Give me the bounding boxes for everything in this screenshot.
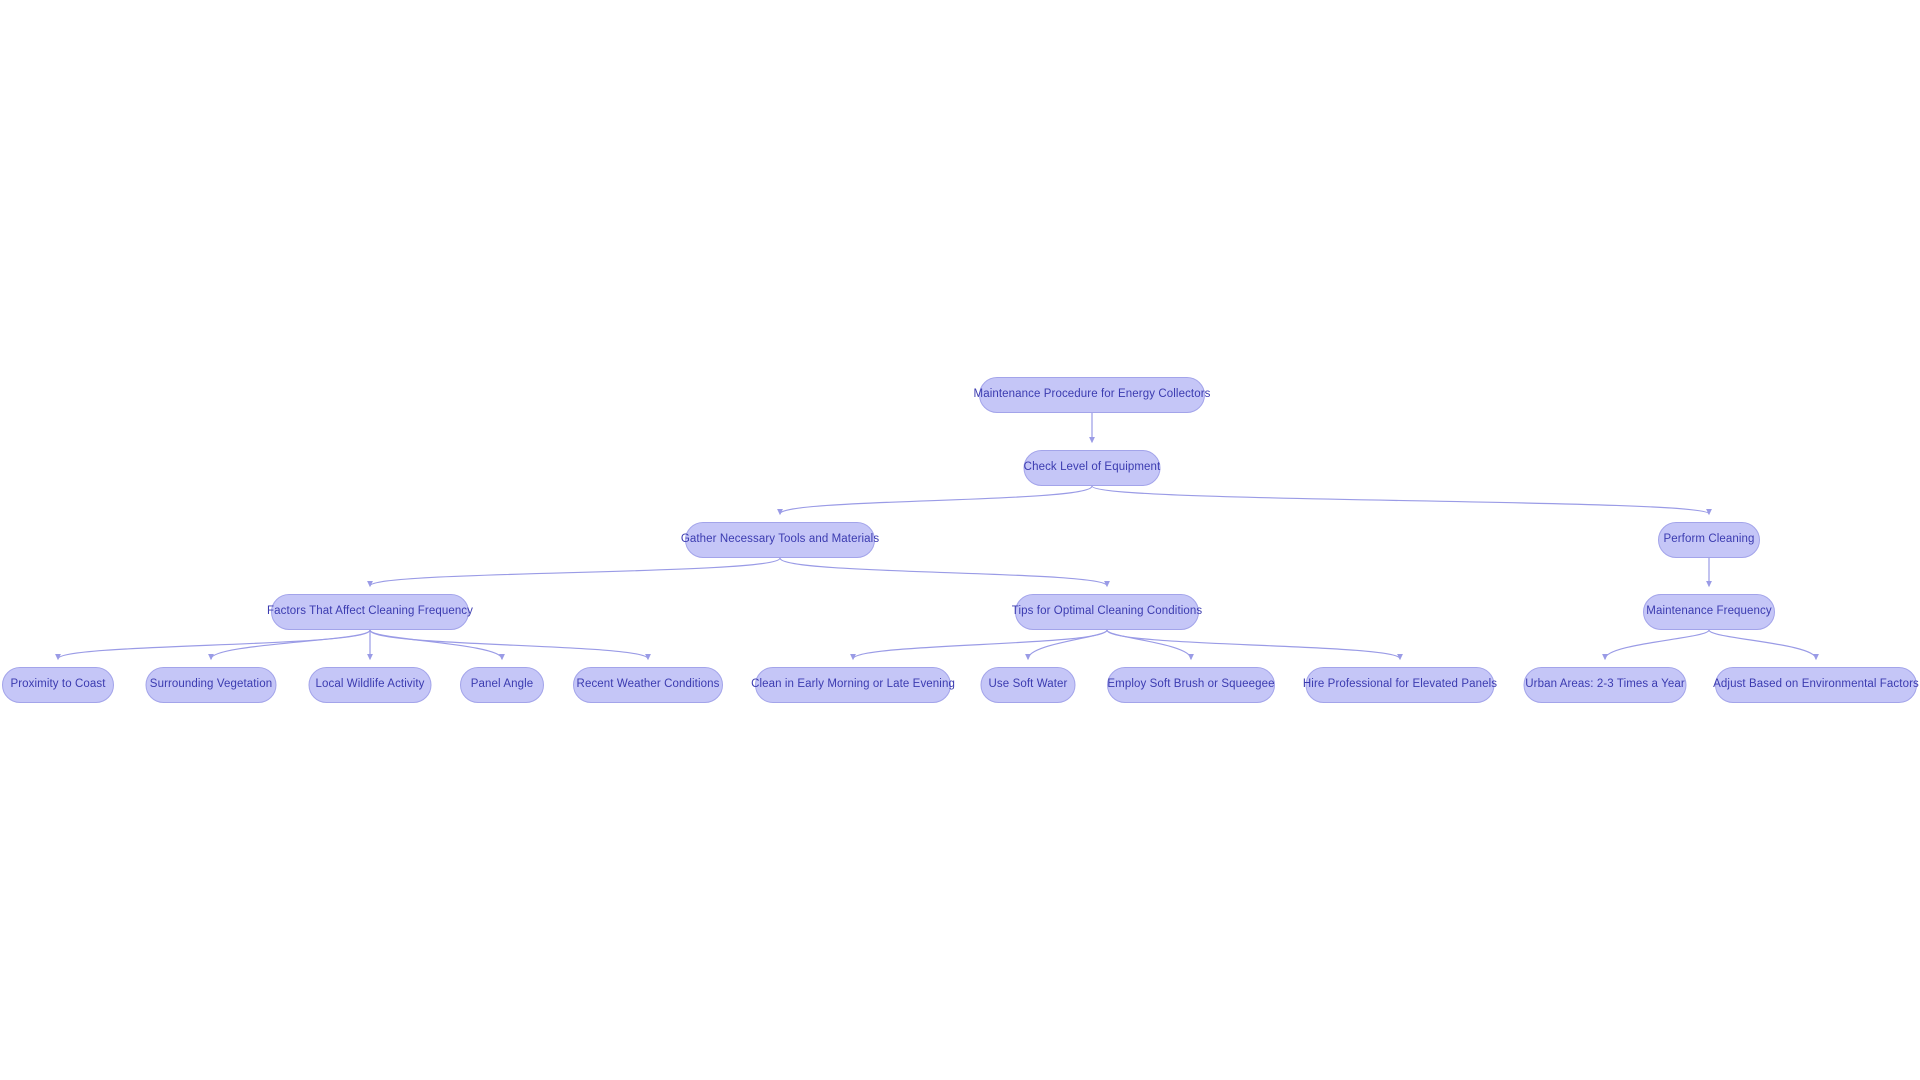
flow-node-freq[interactable]: Maintenance Frequency: [1643, 594, 1775, 630]
flow-node-vegetation[interactable]: Surrounding Vegetation: [145, 667, 277, 703]
flow-node-label: Urban Areas: 2-3 Times a Year: [1525, 678, 1685, 691]
flow-node-gather[interactable]: Gather Necessary Tools and Materials: [681, 522, 879, 558]
flow-node-adjust[interactable]: Adjust Based on Environmental Factors: [1713, 667, 1919, 703]
flow-node-label: Hire Professional for Elevated Panels: [1302, 678, 1498, 691]
flow-node-wildlife[interactable]: Local Wildlife Activity: [308, 667, 432, 703]
flow-edge-freq-to-adjust: [1708, 629, 1819, 661]
flow-node-label: Tips for Optimal Cleaning Conditions: [1011, 605, 1203, 618]
flow-edge-tips-to-morning: [850, 629, 1108, 661]
flow-edge-gather-to-tips: [779, 557, 1110, 588]
flow-node-label: Local Wildlife Activity: [315, 678, 425, 691]
flow-node-check[interactable]: Check Level of Equipment: [1023, 450, 1161, 486]
flow-node-label: Employ Soft Brush or Squeegee: [1107, 678, 1275, 691]
flow-node-label: Recent Weather Conditions: [576, 678, 720, 691]
flow-edge-factors-to-vegetation: [208, 629, 371, 661]
flow-edge-factors-to-coast: [55, 629, 371, 661]
flow-node-label: Gather Necessary Tools and Materials: [680, 533, 880, 546]
flow-edge-check-to-gather: [777, 485, 1093, 516]
flow-node-label: Check Level of Equipment: [1023, 461, 1161, 474]
flow-node-angle[interactable]: Panel Angle: [460, 667, 544, 703]
flow-node-label: Use Soft Water: [988, 678, 1068, 691]
flow-edge-tips-to-brush: [1106, 629, 1194, 661]
flow-node-softwater[interactable]: Use Soft Water: [980, 667, 1076, 703]
flow-edge-freq-to-urban: [1602, 629, 1710, 661]
flow-edge-tips-to-pro: [1106, 629, 1403, 661]
flowchart-canvas: Maintenance Procedure for Energy Collect…: [0, 0, 1920, 1080]
flow-node-label: Adjust Based on Environmental Factors: [1713, 678, 1919, 691]
flow-node-label: Perform Cleaning: [1663, 533, 1755, 546]
flow-edge-tips-to-softwater: [1025, 629, 1108, 661]
flow-node-label: Surrounding Vegetation: [149, 678, 273, 691]
flow-node-pro[interactable]: Hire Professional for Elevated Panels: [1302, 667, 1498, 703]
flow-node-factors[interactable]: Factors That Affect Cleaning Frequency: [267, 594, 473, 630]
flow-node-label: Clean in Early Morning or Late Evening: [751, 678, 955, 691]
flow-node-label: Maintenance Procedure for Energy Collect…: [973, 388, 1211, 401]
edge-layer: [55, 413, 1819, 661]
flow-node-perform[interactable]: Perform Cleaning: [1658, 522, 1760, 558]
flow-edge-gather-to-factors: [367, 557, 781, 588]
flow-edge-factors-to-weather: [369, 629, 651, 661]
flow-node-weather[interactable]: Recent Weather Conditions: [573, 667, 723, 703]
flow-node-morning[interactable]: Clean in Early Morning or Late Evening: [751, 667, 955, 703]
flow-node-label: Proximity to Coast: [10, 678, 106, 691]
flow-node-root[interactable]: Maintenance Procedure for Energy Collect…: [974, 377, 1210, 413]
flow-node-coast[interactable]: Proximity to Coast: [2, 667, 114, 703]
flow-edge-factors-to-angle: [369, 629, 505, 661]
flow-node-label: Factors That Affect Cleaning Frequency: [267, 605, 474, 618]
flow-node-brush[interactable]: Employ Soft Brush or Squeegee: [1107, 667, 1275, 703]
flow-node-label: Maintenance Frequency: [1646, 605, 1772, 618]
flow-edge-check-to-perform: [1091, 485, 1712, 516]
flow-node-label: Panel Angle: [470, 678, 534, 691]
flow-node-tips[interactable]: Tips for Optimal Cleaning Conditions: [1011, 594, 1203, 630]
flow-node-urban[interactable]: Urban Areas: 2-3 Times a Year: [1523, 667, 1687, 703]
